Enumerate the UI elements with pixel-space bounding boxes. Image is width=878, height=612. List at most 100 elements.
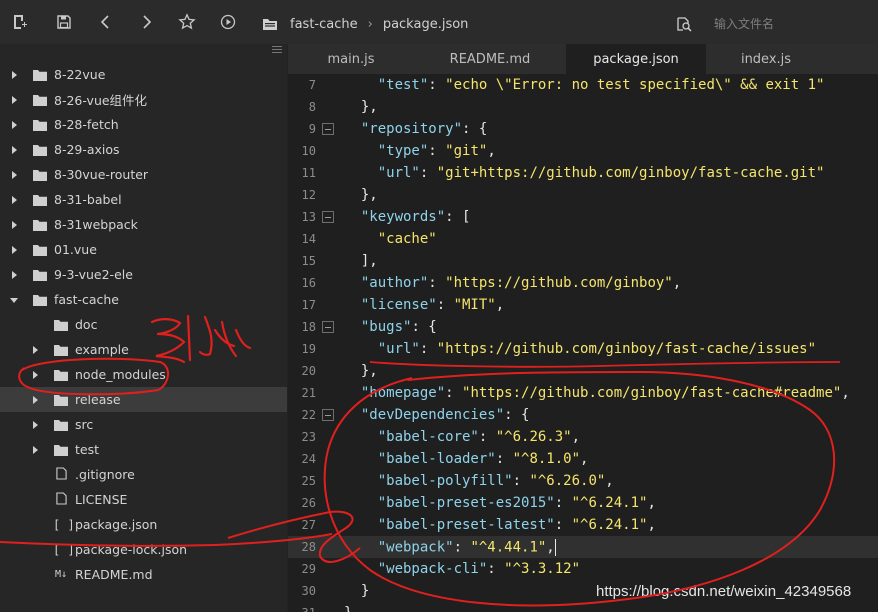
- sidebar-menu-icon[interactable]: [272, 46, 282, 54]
- code-line[interactable]: 27 "babel-preset-latest": "^6.24.1",: [288, 514, 878, 536]
- caret-spacer: [29, 319, 41, 331]
- code-line[interactable]: 23 "babel-core": "^6.26.3",: [288, 426, 878, 448]
- code-line[interactable]: 17 "license": "MIT",: [288, 294, 878, 316]
- code-line[interactable]: 22 "devDependencies": {: [288, 404, 878, 426]
- star-icon[interactable]: [175, 10, 199, 34]
- tree-item-8-28-fetch[interactable]: 8-28-fetch: [0, 112, 287, 137]
- tree-item-8-31-babel[interactable]: 8-31-babel: [0, 187, 287, 212]
- tree-item-8-30vue-router[interactable]: 8-30vue-router: [0, 162, 287, 187]
- json-punct: :: [478, 429, 496, 445]
- tree-item-package-json[interactable]: [ ] package.json: [0, 512, 287, 537]
- file-tree: 8-22vue 8-26-vue组件化 8-28-fetch 8-29-axios 8-…: [0, 62, 287, 587]
- play-icon[interactable]: [216, 10, 240, 34]
- code-text: "webpack": "^4.44.1",: [344, 538, 556, 556]
- tab-main-js[interactable]: main.js: [288, 44, 414, 74]
- chevron-right-icon[interactable]: [29, 419, 41, 431]
- tree-item-8-22vue[interactable]: 8-22vue: [0, 62, 287, 87]
- code-line[interactable]: 25 "babel-polyfill": "^6.26.0",: [288, 470, 878, 492]
- tree-item-example[interactable]: example: [0, 337, 287, 362]
- tree-item-package-lock-json[interactable]: [ ] package-lock.json: [0, 537, 287, 562]
- save-icon[interactable]: [52, 10, 76, 34]
- fold-collapse-icon[interactable]: [322, 409, 334, 421]
- tree-item-license[interactable]: LICENSE: [0, 487, 287, 512]
- tab-readme-md[interactable]: README.md: [414, 44, 566, 74]
- chevron-right-icon[interactable]: [8, 119, 20, 131]
- code-line[interactable]: 16 "author": "https://github.com/ginboy"…: [288, 272, 878, 294]
- tree-item-doc[interactable]: doc: [0, 312, 287, 337]
- folder-icon: [53, 368, 69, 382]
- chevron-down-icon[interactable]: [8, 294, 20, 306]
- fold-collapse-icon[interactable]: [322, 123, 334, 135]
- code-line[interactable]: 18 "bugs": {: [288, 316, 878, 338]
- tree-item-8-26-vue-[interactable]: 8-26-vue组件化: [0, 87, 287, 112]
- tab-index-js[interactable]: index.js: [706, 44, 826, 74]
- chevron-right-icon[interactable]: [29, 444, 41, 456]
- chevron-right-icon[interactable]: [29, 344, 41, 356]
- fold-collapse-icon[interactable]: [322, 321, 334, 333]
- chevron-right-icon[interactable]: [8, 94, 20, 106]
- line-number: 16: [301, 276, 316, 290]
- breadcrumb-item-folder[interactable]: fast-cache: [290, 17, 358, 32]
- json-key: "devDependencies": [360, 407, 505, 423]
- tree-item-release[interactable]: release: [0, 387, 287, 412]
- json-punct: ,: [487, 143, 496, 159]
- search-icon[interactable]: [676, 16, 692, 32]
- code-line[interactable]: 20 },: [288, 360, 878, 382]
- chevron-right-icon[interactable]: [8, 194, 20, 206]
- code-line[interactable]: 12 },: [288, 184, 878, 206]
- code-area[interactable]: 7 "test": "echo \"Error: no test specifi…: [288, 74, 878, 612]
- code-line[interactable]: 7 "test": "echo \"Error: no test specifi…: [288, 74, 878, 96]
- json-punct: : {: [462, 121, 488, 137]
- tree-item-01-vue[interactable]: 01.vue: [0, 237, 287, 262]
- code-text: "keywords": [: [344, 209, 471, 225]
- back-icon[interactable]: [94, 10, 118, 34]
- code-line[interactable]: 21 "homepage": "https://github.com/ginbo…: [288, 382, 878, 404]
- chevron-right-icon[interactable]: [8, 244, 20, 256]
- line-number: 9: [308, 122, 316, 136]
- file-search-input[interactable]: [700, 14, 870, 34]
- line-number: 27: [301, 518, 316, 532]
- tree-item--gitignore[interactable]: .gitignore: [0, 462, 287, 487]
- tree-item-9-3-vue2-ele[interactable]: 9-3-vue2-ele: [0, 262, 287, 287]
- new-file-icon[interactable]: [8, 10, 32, 34]
- code-line[interactable]: 31}: [288, 602, 878, 612]
- chevron-right-icon[interactable]: [29, 369, 41, 381]
- code-line[interactable]: 14 "cache": [288, 228, 878, 250]
- chevron-right-icon[interactable]: [8, 269, 20, 281]
- code-line[interactable]: 10 "type": "git",: [288, 140, 878, 162]
- breadcrumb-item-file[interactable]: package.json: [383, 17, 469, 32]
- code-line[interactable]: 29 "webpack-cli": "^3.3.12": [288, 558, 878, 580]
- tree-item-test[interactable]: test: [0, 437, 287, 462]
- tree-item-readme-md[interactable]: M↓ README.md: [0, 562, 287, 587]
- code-line[interactable]: 15 ],: [288, 250, 878, 272]
- code-line[interactable]: 11 "url": "git+https://github.com/ginboy…: [288, 162, 878, 184]
- chevron-right-icon[interactable]: [29, 394, 41, 406]
- code-line[interactable]: 8 },: [288, 96, 878, 118]
- tree-item-8-31webpack[interactable]: 8-31webpack: [0, 212, 287, 237]
- json-punct: ,: [495, 297, 505, 313]
- tree-item-node-modules[interactable]: node_modules: [0, 362, 287, 387]
- code-line[interactable]: 13 "keywords": [: [288, 206, 878, 228]
- fold-collapse-icon[interactable]: [322, 211, 334, 223]
- tree-item-fast-cache[interactable]: fast-cache: [0, 287, 287, 312]
- chevron-right-icon[interactable]: [8, 219, 20, 231]
- tree-item-src[interactable]: src: [0, 412, 287, 437]
- code-line[interactable]: 19 "url": "https://github.com/ginboy/fas…: [288, 338, 878, 360]
- line-number: 23: [301, 430, 316, 444]
- code-line[interactable]: 24 "babel-loader": "^8.1.0",: [288, 448, 878, 470]
- code-line[interactable]: 26 "babel-preset-es2015": "^6.24.1",: [288, 492, 878, 514]
- code-line[interactable]: 28 "webpack": "^4.44.1",: [288, 536, 878, 558]
- json-icon: [ ]: [53, 517, 75, 532]
- code-line[interactable]: 9 "repository": {: [288, 118, 878, 140]
- forward-icon[interactable]: [134, 10, 158, 34]
- chevron-right-icon[interactable]: [8, 169, 20, 181]
- chevron-right-icon[interactable]: [8, 69, 20, 81]
- tree-item-8-29-axios[interactable]: 8-29-axios: [0, 137, 287, 162]
- json-string: "^6.24.1": [571, 495, 648, 511]
- chevron-right-icon[interactable]: [8, 144, 20, 156]
- tab-package-json[interactable]: package.json: [566, 44, 706, 74]
- json-punct: [344, 385, 361, 401]
